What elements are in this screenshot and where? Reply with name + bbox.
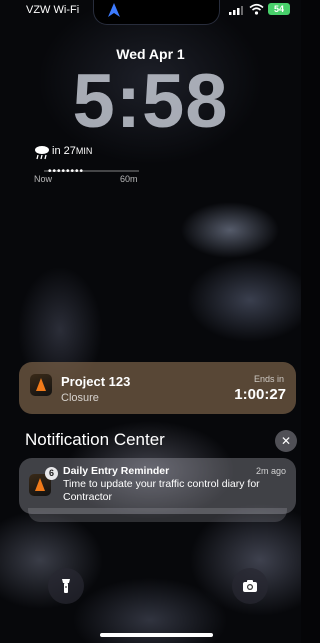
rain-eta-unit: MIN	[75, 146, 93, 156]
rain-60m-label: 60m	[120, 174, 138, 184]
activity-subtitle: Closure	[61, 392, 99, 404]
battery-indicator: 54	[268, 3, 290, 15]
rain-eta-value: in 27	[52, 145, 76, 157]
activity-ends-label: Ends in	[253, 374, 284, 384]
carrier-label: VZW Wi-Fi	[26, 4, 80, 16]
live-activity[interactable]: Project 123 Closure Ends in 1:00:27	[19, 362, 296, 414]
activity-countdown: 1:00:27	[234, 386, 286, 403]
rain-eta: in 27MIN	[52, 145, 92, 157]
notification-count-badge: 6	[45, 467, 58, 480]
rain-cloud-icon	[35, 146, 49, 160]
flashlight-button[interactable]	[48, 568, 84, 604]
notification-body: Time to update your traffic control diar…	[63, 478, 260, 503]
rain-now-label: Now	[34, 174, 53, 184]
status-bar: VZW Wi-Fi 54	[0, 0, 301, 25]
notification-time: 2m ago	[255, 466, 286, 476]
flashlight-icon	[62, 579, 70, 593]
dynamic-island[interactable]	[93, 0, 220, 25]
rain-widget[interactable]: in 27MIN •••••••• Now 60m	[34, 144, 144, 188]
activity-title: Project 123	[61, 374, 131, 389]
cellular-signal-icon	[229, 6, 243, 15]
notification-center-title: Notification Center	[25, 430, 165, 449]
camera-button[interactable]	[232, 568, 268, 604]
notification-title: Daily Entry Reminder	[63, 465, 170, 477]
camera-icon	[243, 580, 257, 592]
home-indicator[interactable]	[100, 633, 213, 637]
rain-intensity-dots: ••••••••	[48, 166, 85, 177]
wifi-icon	[249, 3, 264, 15]
notification-card[interactable]: 6 Daily Entry Reminder 2m ago Time to up…	[19, 458, 296, 514]
close-icon[interactable]: ✕	[275, 430, 297, 452]
location-arrow-icon	[108, 3, 120, 17]
lock-time: 5:58	[72, 59, 229, 144]
traffic-cone-app-icon	[30, 374, 52, 396]
